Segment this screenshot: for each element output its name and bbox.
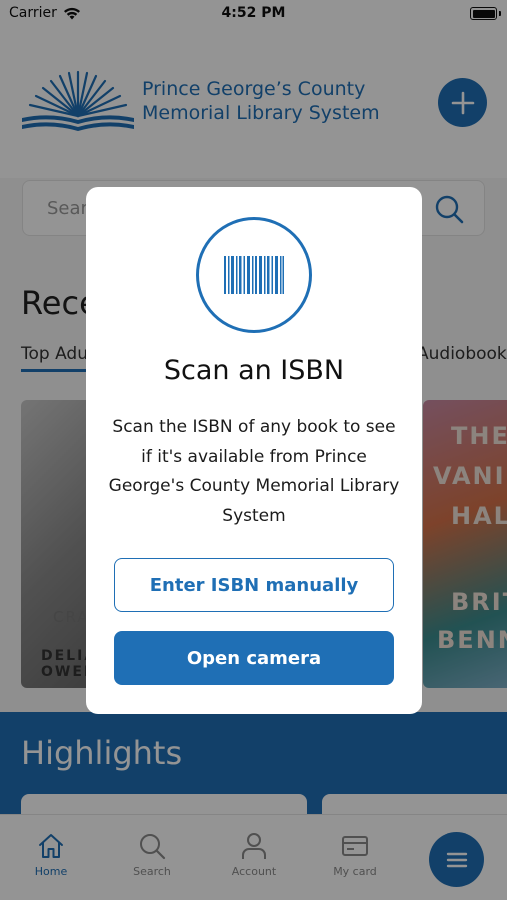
barcode-icon	[224, 256, 284, 294]
dialog-description: Scan the ISBN of any book to see if it's…	[108, 417, 400, 526]
open-camera-button[interactable]: Open camera	[114, 631, 394, 685]
barcode-badge	[196, 217, 312, 333]
enter-isbn-manually-button[interactable]: Enter ISBN manually	[114, 558, 394, 612]
scan-isbn-dialog: Scan an ISBN Scan the ISBN of any book t…	[86, 187, 422, 714]
dialog-title: Scan an ISBN	[163, 355, 345, 386]
